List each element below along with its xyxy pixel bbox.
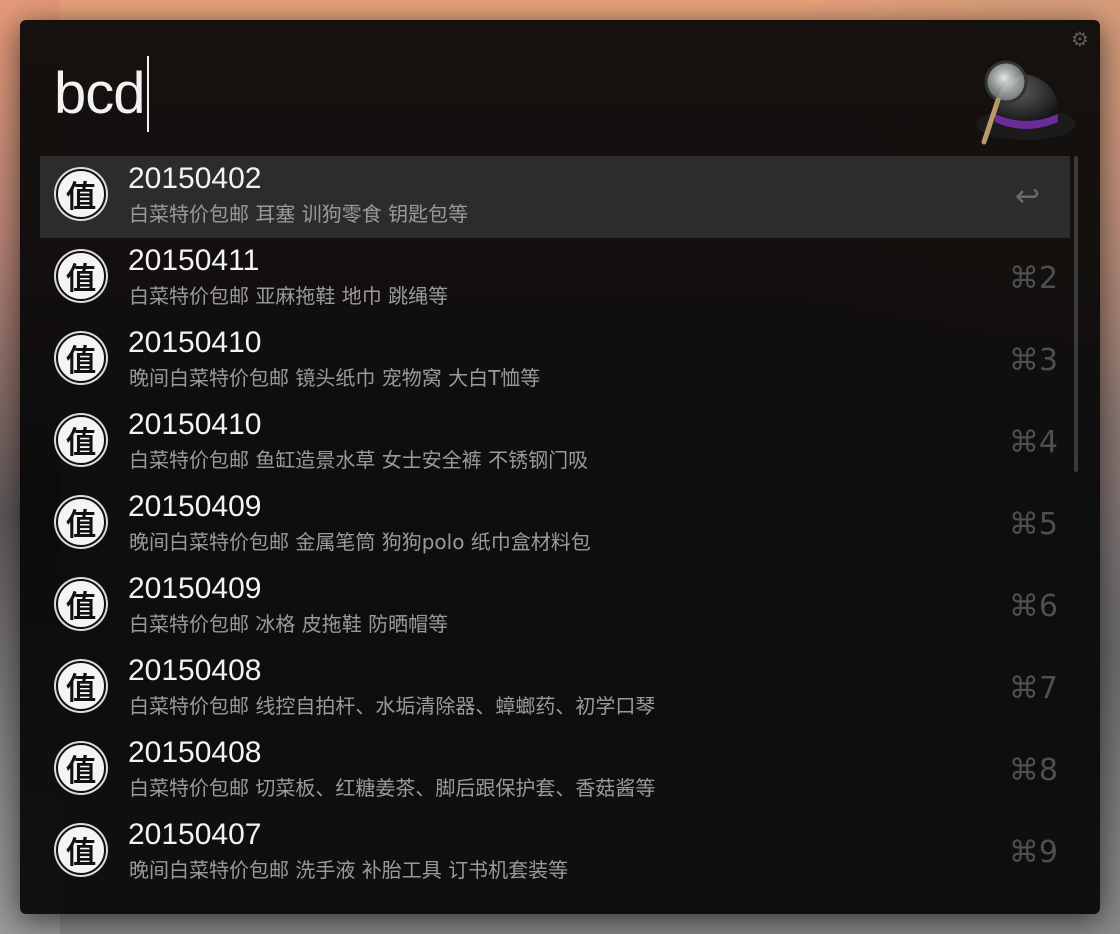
search-field[interactable]: bcd	[54, 54, 149, 134]
result-row[interactable]: 值 20150408 白菜特价包邮 线控自拍杆、水垢清除器、蟑螂药、初学口琴 ⌘7	[40, 648, 1070, 730]
shortcut-label: ⌘7	[1008, 671, 1058, 706]
result-icon: 值	[56, 415, 106, 465]
result-icon: 值	[56, 169, 106, 219]
result-subtitle: 晚间白菜特价包邮 洗手液 补胎工具 订书机套装等	[129, 858, 569, 882]
result-icon: 值	[56, 825, 106, 875]
scrollbar[interactable]	[1074, 156, 1078, 472]
result-subtitle: 白菜特价包邮 耳塞 训狗零食 钥匙包等	[129, 202, 469, 226]
result-row[interactable]: 值 20150409 白菜特价包邮 冰格 皮拖鞋 防晒帽等 ⌘6	[40, 566, 1070, 648]
result-subtitle: 白菜特价包邮 线控自拍杆、水垢清除器、蟑螂药、初学口琴	[129, 694, 656, 718]
search-input[interactable]: bcd	[54, 65, 146, 123]
shortcut-label: ⌘4	[1008, 425, 1058, 460]
shortcut-label: ⌘6	[1008, 589, 1058, 624]
result-icon: 值	[56, 333, 106, 383]
result-subtitle: 晚间白菜特价包邮 镜头纸巾 宠物窝 大白T恤等	[129, 366, 541, 390]
text-cursor	[146, 56, 149, 132]
result-title: 20150407	[128, 818, 262, 851]
result-subtitle: 白菜特价包邮 冰格 皮拖鞋 防晒帽等	[129, 612, 449, 636]
result-row[interactable]: 值 20150411 白菜特价包邮 亚麻拖鞋 地巾 跳绳等 ⌘2	[40, 238, 1070, 320]
alfred-hat-icon	[976, 60, 1076, 145]
shortcut-label: ⌘3	[1008, 343, 1058, 378]
result-icon: 值	[56, 251, 106, 301]
result-title: 20150409	[128, 490, 262, 523]
result-title: 20150402	[128, 162, 262, 195]
result-subtitle: 白菜特价包邮 鱼缸造景水草 女士安全裤 不锈钢门吸	[129, 448, 589, 472]
result-row[interactable]: 值 20150410 晚间白菜特价包邮 镜头纸巾 宠物窝 大白T恤等 ⌘3	[40, 320, 1070, 402]
result-icon: 值	[56, 743, 106, 793]
result-row[interactable]: 值 20150407 晚间白菜特价包邮 洗手液 补胎工具 订书机套装等 ⌘9	[40, 812, 1070, 894]
results-list: 值 20150402 白菜特价包邮 耳塞 训狗零食 钥匙包等 ↩ 值 20150411 白菜…	[40, 156, 1070, 894]
result-subtitle: 白菜特价包邮 切菜板、红糖姜茶、脚后跟保护套、香菇酱等	[129, 776, 656, 800]
alfred-window: bcd ⚙ 值 20150402 白菜特价包邮 耳塞 训狗零食 钥匙包等 ↩ 值 2015…	[20, 20, 1100, 914]
result-row[interactable]: 值 20150409 晚间白菜特价包邮 金属笔筒 狗狗polo 纸巾盒材料包 ⌘5	[40, 484, 1070, 566]
result-subtitle: 晚间白菜特价包邮 金属笔筒 狗狗polo 纸巾盒材料包	[129, 530, 591, 554]
return-key-icon: ↩	[1014, 179, 1040, 214]
result-subtitle: 白菜特价包邮 亚麻拖鞋 地巾 跳绳等	[129, 284, 449, 308]
shortcut-label: ⌘5	[1008, 507, 1058, 542]
result-title: 20150409	[128, 572, 262, 605]
result-row[interactable]: 值 20150410 白菜特价包邮 鱼缸造景水草 女士安全裤 不锈钢门吸 ⌘4	[40, 402, 1070, 484]
result-title: 20150410	[128, 326, 262, 359]
shortcut-label: ⌘9	[1008, 835, 1058, 870]
result-title: 20150408	[128, 654, 262, 687]
shortcut-label: ⌘8	[1008, 753, 1058, 788]
result-icon: 值	[56, 661, 106, 711]
shortcut-label: ⌘2	[1008, 261, 1058, 296]
result-title: 20150408	[128, 736, 262, 769]
result-icon: 值	[56, 497, 106, 547]
result-row[interactable]: 值 20150408 白菜特价包邮 切菜板、红糖姜茶、脚后跟保护套、香菇酱等 ⌘8	[40, 730, 1070, 812]
result-row[interactable]: 值 20150402 白菜特价包邮 耳塞 训狗零食 钥匙包等 ↩	[40, 156, 1070, 238]
result-title: 20150410	[128, 408, 262, 441]
result-title: 20150411	[128, 244, 260, 277]
result-icon: 值	[56, 579, 106, 629]
